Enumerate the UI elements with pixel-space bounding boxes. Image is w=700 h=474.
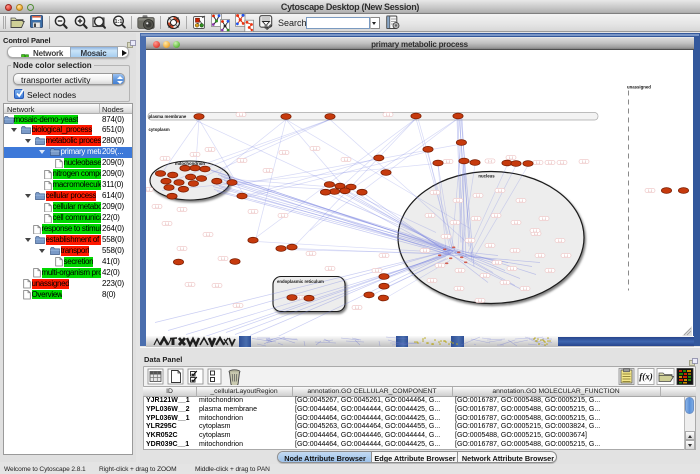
svg-text:[...]: [...] — [538, 253, 542, 257]
svg-text:[...]: [...] — [548, 160, 552, 164]
svg-text:plasma membrane: plasma membrane — [149, 114, 187, 119]
svg-text:[...]: [...] — [221, 256, 225, 260]
svg-text:[...]: [...] — [215, 283, 219, 287]
svg-text:[...]: [...] — [188, 282, 192, 286]
svg-text:[...]: [...] — [165, 221, 169, 225]
svg-text:cytoplasm: cytoplasm — [149, 127, 170, 132]
svg-text:[...]: [...] — [548, 268, 552, 272]
svg-text:[...]: [...] — [514, 220, 518, 224]
svg-text:[...]: [...] — [494, 213, 498, 217]
svg-text:[...]: [...] — [251, 209, 255, 213]
svg-text:[...]: [...] — [375, 268, 379, 272]
svg-text:nucleus: nucleus — [478, 173, 495, 178]
svg-text:[...]: [...] — [193, 152, 197, 156]
svg-text:[...]: [...] — [328, 266, 332, 270]
svg-text:[...]: [...] — [155, 204, 159, 208]
svg-text:[...]: [...] — [163, 156, 167, 160]
svg-text:[...]: [...] — [536, 160, 540, 164]
svg-text:[...]: [...] — [483, 273, 487, 277]
svg-text:[...]: [...] — [180, 246, 184, 250]
svg-text:[...]: [...] — [433, 190, 437, 194]
svg-text:[...]: [...] — [313, 146, 317, 150]
svg-text:[...]: [...] — [488, 243, 492, 247]
svg-text:[...]: [...] — [281, 213, 285, 217]
svg-text:[...]: [...] — [386, 112, 390, 116]
svg-text:f(x): f(x) — [639, 371, 653, 381]
svg-text:[...]: [...] — [510, 266, 514, 270]
svg-text:[...]: [...] — [208, 147, 212, 151]
svg-text:[...]: [...] — [533, 228, 537, 232]
svg-text:[...]: [...] — [355, 305, 359, 309]
svg-text:[...]: [...] — [478, 298, 482, 302]
svg-text:[...]: [...] — [468, 238, 472, 242]
svg-text:[...]: [...] — [542, 216, 546, 220]
svg-text:[...]: [...] — [239, 112, 243, 116]
svg-text:[...]: [...] — [456, 198, 460, 202]
svg-text:[...]: [...] — [309, 251, 313, 255]
svg-text:[...]: [...] — [498, 188, 502, 192]
svg-text:[...]: [...] — [495, 260, 499, 264]
svg-text:endoplasmic reticulum: endoplasmic reticulum — [277, 278, 324, 283]
svg-text:[...]: [...] — [282, 150, 286, 154]
svg-text:[...]: [...] — [519, 198, 523, 202]
svg-text:[...]: [...] — [344, 157, 348, 161]
svg-text:[...]: [...] — [513, 248, 517, 252]
svg-text:[...]: [...] — [438, 263, 442, 267]
svg-text:[...]: [...] — [509, 155, 513, 159]
svg-text:[...]: [...] — [382, 253, 386, 257]
svg-text:[...]: [...] — [564, 253, 568, 257]
svg-text:[...]: [...] — [299, 295, 303, 299]
svg-text:[...]: [...] — [446, 159, 450, 163]
svg-text:[...]: [...] — [558, 238, 562, 242]
svg-text:[...]: [...] — [146, 187, 150, 191]
svg-text:[...]: [...] — [457, 286, 461, 290]
svg-text:[...]: [...] — [488, 159, 492, 163]
svg-text:mitochondrion: mitochondrion — [175, 160, 205, 165]
svg-text:[...]: [...] — [582, 159, 586, 163]
svg-text:[...]: [...] — [648, 188, 652, 192]
svg-text:[...]: [...] — [430, 278, 434, 282]
svg-text:[...]: [...] — [503, 280, 507, 284]
svg-text:[...]: [...] — [423, 248, 427, 252]
svg-text:[...]: [...] — [236, 303, 240, 307]
svg-text:[...]: [...] — [458, 268, 462, 272]
svg-text:[...]: [...] — [523, 286, 527, 290]
svg-text:[...]: [...] — [428, 213, 432, 217]
svg-text:[...]: [...] — [474, 216, 478, 220]
svg-text:[...]: [...] — [180, 207, 184, 211]
svg-text:[...]: [...] — [560, 160, 564, 164]
svg-text:[...]: [...] — [453, 220, 457, 224]
svg-text:[...]: [...] — [444, 234, 448, 238]
svg-text:[...]: [...] — [266, 168, 270, 172]
svg-text:unassigned: unassigned — [627, 84, 651, 89]
svg-text:[...]: [...] — [476, 193, 480, 197]
svg-text:[...]: [...] — [206, 232, 210, 236]
svg-text:[...]: [...] — [240, 158, 244, 162]
